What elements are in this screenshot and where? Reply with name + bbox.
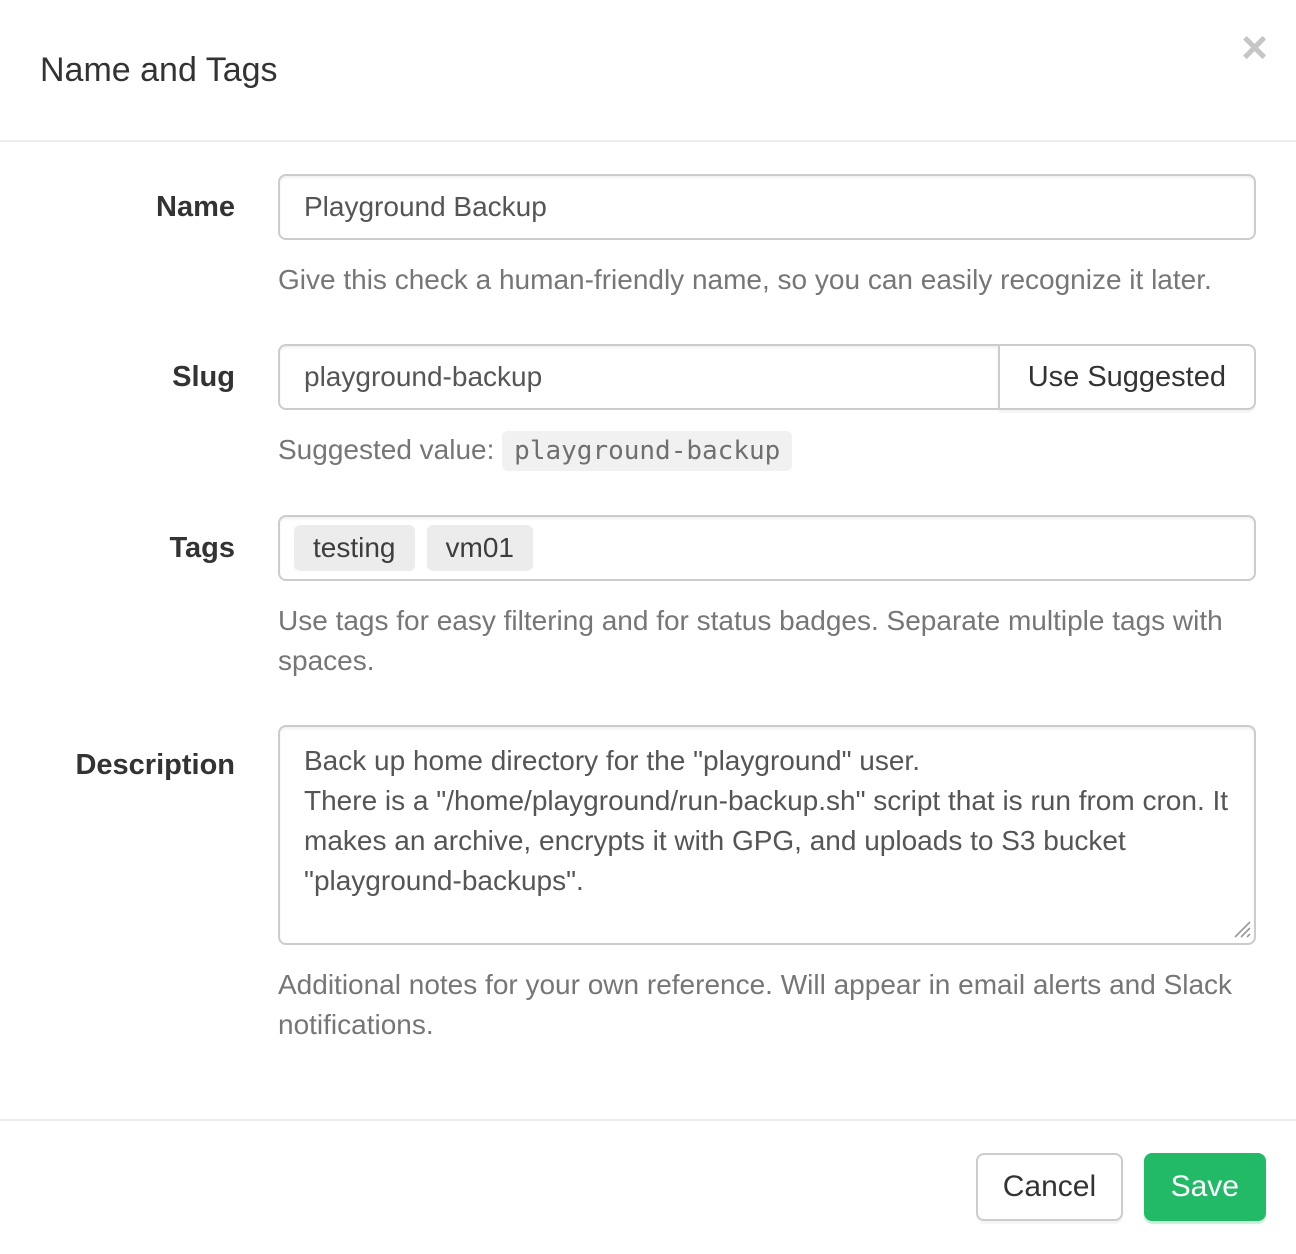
tag-chip: testing	[294, 525, 415, 571]
name-field-col: Give this check a human-friendly name, s…	[278, 174, 1256, 300]
slug-input[interactable]	[278, 344, 1000, 410]
modal-body: Name Give this check a human-friendly na…	[0, 142, 1296, 1119]
modal-header: Name and Tags ×	[0, 0, 1296, 142]
modal-footer: Cancel Save	[0, 1119, 1296, 1249]
name-label: Name	[40, 174, 278, 300]
slug-field-group: Slug Use Suggested Suggested value: play…	[40, 344, 1256, 471]
slug-label: Slug	[40, 344, 278, 471]
modal-title: Name and Tags	[40, 48, 1256, 92]
description-label: Description	[40, 725, 278, 1045]
tags-field-col: testing vm01 Use tags for easy filtering…	[278, 515, 1256, 681]
name-input[interactable]	[278, 174, 1256, 240]
tags-label: Tags	[40, 515, 278, 681]
name-field-group: Name Give this check a human-friendly na…	[40, 174, 1256, 300]
description-textarea[interactable]: Back up home directory for the "playgrou…	[278, 725, 1256, 945]
description-field-group: Description Back up home directory for t…	[40, 725, 1256, 1045]
name-help-text: Give this check a human-friendly name, s…	[278, 260, 1256, 300]
cancel-button[interactable]: Cancel	[976, 1153, 1123, 1221]
description-field-col: Back up home directory for the "playgrou…	[278, 725, 1256, 1045]
resize-grip-icon[interactable]	[1234, 921, 1251, 938]
name-and-tags-modal: Name and Tags × Name Give this check a h…	[0, 0, 1296, 1249]
save-button[interactable]: Save	[1144, 1153, 1266, 1221]
slug-input-group: Use Suggested	[278, 344, 1256, 410]
suggested-slug-value: playground-backup	[502, 431, 792, 471]
tag-chip: vm01	[427, 525, 533, 571]
slug-suggested-line: Suggested value: playground-backup	[278, 430, 1256, 471]
use-suggested-button[interactable]: Use Suggested	[998, 344, 1256, 410]
suggested-value-prefix: Suggested value:	[278, 434, 494, 465]
tags-field-group: Tags testing vm01 Use tags for easy filt…	[40, 515, 1256, 681]
description-help-text: Additional notes for your own reference.…	[278, 965, 1256, 1045]
tags-input[interactable]: testing vm01	[278, 515, 1256, 581]
tags-help-text: Use tags for easy filtering and for stat…	[278, 601, 1256, 681]
description-textarea-wrap: Back up home directory for the "playgrou…	[278, 725, 1256, 945]
close-icon[interactable]: ×	[1241, 24, 1268, 70]
slug-field-col: Use Suggested Suggested value: playgroun…	[278, 344, 1256, 471]
